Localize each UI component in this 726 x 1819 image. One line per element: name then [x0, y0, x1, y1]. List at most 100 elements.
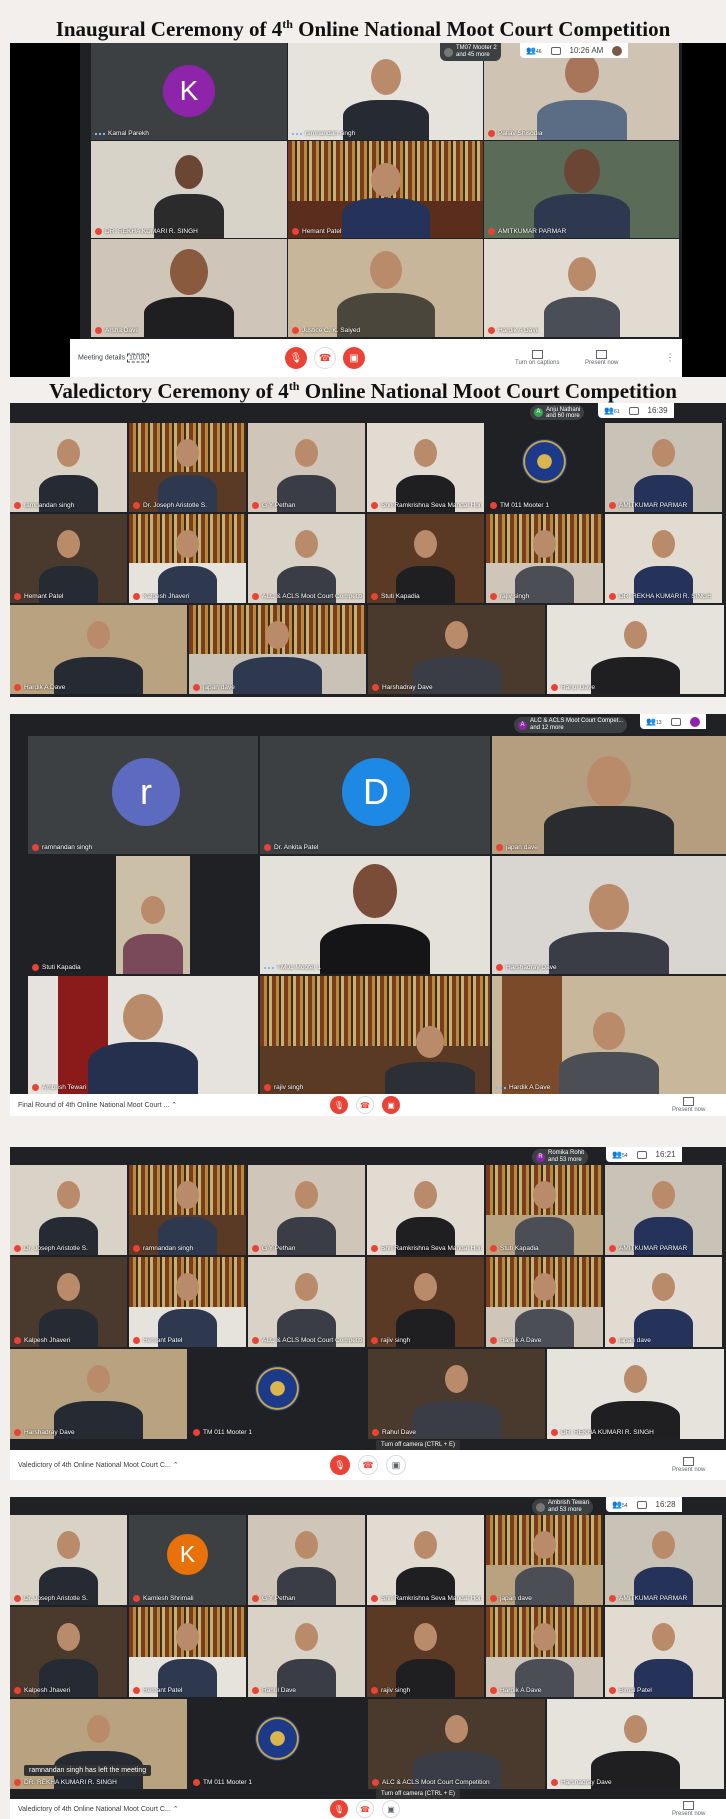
- captions-button[interactable]: Turn on captions: [515, 350, 559, 366]
- end-call-button[interactable]: ☎: [356, 1800, 374, 1818]
- participant-tile[interactable]: DR. REKHA KUMARI R. SINGH: [605, 514, 722, 603]
- presenter-chip[interactable]: A ALC & ACLS Moot Court Compet... and 12 m…: [514, 717, 628, 733]
- participant-tile[interactable]: AMITKUMAR PARMAR: [605, 1165, 722, 1255]
- present-now-button[interactable]: Present now: [672, 1457, 705, 1473]
- participant-tile[interactable]: AMITKUMAR PARMAR: [605, 423, 722, 512]
- camera-button[interactable]: ▣: [386, 1455, 406, 1475]
- mic-off-button[interactable]: 🎙: [330, 1800, 348, 1818]
- participant-tile[interactable]: G Y Pethan: [248, 423, 365, 512]
- participant-tile[interactable]: Stuti Kapadia: [486, 1165, 603, 1255]
- meeting-name[interactable]: Valedictory of 4th Online National Moot …: [18, 1805, 179, 1813]
- participant-tile[interactable]: AMITKUMAR PARMAR: [605, 1515, 722, 1605]
- participant-tile[interactable]: r ramnandan singh: [28, 736, 258, 854]
- participant-tile[interactable]: DR. REKHA KUMARI R. SINGH: [91, 141, 287, 238]
- participant-tile[interactable]: TM 011 Mooter 1: [189, 1349, 366, 1439]
- presenter-chip[interactable]: TM07 Mooter 2 and 45 more: [440, 43, 501, 61]
- participant-tile[interactable]: ramnandan singh: [10, 423, 127, 512]
- participant-tile[interactable]: Bimal Patel: [605, 1607, 722, 1697]
- mic-off-button[interactable]: 🎙: [330, 1096, 348, 1114]
- participant-tile[interactable]: G Y Pethan: [248, 1515, 365, 1605]
- participant-tile[interactable]: Rahul Dave: [368, 1349, 545, 1439]
- participant-tile[interactable]: Dr. Joseph Aristotle S.: [129, 423, 246, 512]
- self-avatar[interactable]: [689, 716, 700, 727]
- participant-tile[interactable]: Dr. Joseph Aristotle S.: [10, 1165, 127, 1255]
- participant-tile[interactable]: Hardik A Dave: [486, 1257, 603, 1347]
- participant-tile[interactable]: Harshadray Dave: [368, 605, 545, 694]
- participant-tile[interactable]: Kalpesh Jhaveri: [10, 1607, 127, 1697]
- people-icon[interactable]: 👥54: [612, 1150, 628, 1159]
- participant-tile[interactable]: Hemant Patel: [10, 514, 127, 603]
- people-icon[interactable]: 👥61: [604, 406, 620, 415]
- participant-tile[interactable]: japan dave: [189, 605, 366, 694]
- participant-tile[interactable]: Ambrish Tewari: [28, 976, 258, 1094]
- participant-tile[interactable]: K Kamlesh Shrimali: [129, 1515, 246, 1605]
- participant-tile[interactable]: Harshadray Dave: [10, 1349, 187, 1439]
- end-call-button[interactable]: ☎: [314, 347, 336, 369]
- participant-tile[interactable]: Stuti Kapadia: [28, 856, 258, 974]
- participant-tile[interactable]: Shri Ramkrishna Seva Mandal Hon...: [367, 1515, 484, 1605]
- chat-icon[interactable]: [550, 46, 561, 55]
- presenter-chip[interactable]: A Anju Nathani and 60 more: [530, 405, 585, 420]
- meeting-details[interactable]: Meeting details 10:00: [78, 353, 149, 363]
- participant-tile[interactable]: Hardik A Dave: [492, 976, 726, 1094]
- participant-tile[interactable]: Kalpesh Jhaveri: [129, 514, 246, 603]
- participant-tile[interactable]: Harshadray Dave: [547, 1699, 724, 1789]
- mic-off-button[interactable]: 🎙: [285, 347, 307, 369]
- participant-tile[interactable]: Rahul Dave: [248, 1607, 365, 1697]
- chat-icon[interactable]: [636, 1150, 647, 1159]
- participant-tile[interactable]: Hemant Patel: [129, 1257, 246, 1347]
- participant-tile[interactable]: rajiv singh: [260, 976, 490, 1094]
- meeting-name[interactable]: Final Round of 4th Online National Moot …: [18, 1101, 177, 1109]
- participant-tile[interactable]: Shri Ramkrishna Seva Mandal Hon...: [367, 1165, 484, 1255]
- people-icon[interactable]: 👥13: [646, 717, 662, 726]
- participant-tile[interactable]: AMITKUMAR PARMAR: [484, 141, 679, 238]
- participant-tile[interactable]: K Kamal Parekh: [91, 43, 287, 140]
- camera-off-button[interactable]: ▣: [382, 1096, 400, 1114]
- participant-tile[interactable]: Hemant Patel: [288, 141, 483, 238]
- chat-icon[interactable]: [636, 1500, 647, 1509]
- participant-tile[interactable]: rajiv singh: [367, 1607, 484, 1697]
- participant-tile[interactable]: DR. REKHA KUMARI R. SINGH: [547, 1349, 724, 1439]
- participant-tile[interactable]: ALC & ACLS Moot Court Competition: [248, 514, 365, 603]
- presenter-chip[interactable]: R Romika Rohit and 53 more: [532, 1149, 589, 1165]
- participant-tile[interactable]: Hardik A Dave: [10, 605, 187, 694]
- participant-tile[interactable]: japan dave: [605, 1257, 722, 1347]
- present-now-button[interactable]: Present now: [585, 350, 618, 366]
- participant-tile[interactable]: TM01 Mooter 1: [260, 856, 490, 974]
- people-icon[interactable]: 👥46: [526, 46, 542, 55]
- presenter-chip[interactable]: Ambrish Tewari and 53 more: [532, 1499, 593, 1515]
- participant-tile[interactable]: japan dave: [486, 1515, 603, 1605]
- participant-tile[interactable]: Hardik A Dave: [484, 239, 679, 337]
- participant-tile[interactable]: ramnandan singh: [129, 1165, 246, 1255]
- people-icon[interactable]: 👥54: [612, 1500, 628, 1509]
- participant-tile[interactable]: Arsha Dave: [91, 239, 287, 337]
- participant-tile[interactable]: Shri Ramkrishna Seva Mandal Hon...: [367, 423, 484, 512]
- more-options-icon[interactable]: ⋮: [665, 353, 675, 364]
- participant-tile[interactable]: D Dr. Ankita Patel: [260, 736, 490, 854]
- mic-off-button[interactable]: 🎙: [330, 1455, 350, 1475]
- present-now-button[interactable]: Present now: [672, 1801, 705, 1817]
- participant-tile[interactable]: G Y Pethan: [248, 1165, 365, 1255]
- participant-tile[interactable]: Justice C. K. Saiyed: [288, 239, 483, 337]
- participant-tile[interactable]: japan dave: [492, 736, 726, 854]
- participant-tile[interactable]: Harshadray Dave: [492, 856, 726, 974]
- self-avatar[interactable]: [612, 45, 623, 56]
- participant-tile[interactable]: Rahul Dave: [547, 605, 724, 694]
- camera-button[interactable]: ▣: [382, 1800, 400, 1818]
- participant-tile[interactable]: Kalpesh Jhaveri: [10, 1257, 127, 1347]
- meeting-name[interactable]: Valedictory of 4th Online National Moot …: [18, 1461, 179, 1469]
- participant-tile[interactable]: Hardik A Dave: [486, 1607, 603, 1697]
- chat-icon[interactable]: [670, 717, 681, 726]
- participant-tile[interactable]: Hemant Patel: [129, 1607, 246, 1697]
- end-call-button[interactable]: ☎: [358, 1455, 378, 1475]
- participant-tile[interactable]: ALC & ACLS Moot Court Competition: [368, 1699, 545, 1789]
- participant-tile[interactable]: rajiv singh: [486, 514, 603, 603]
- participant-tile[interactable]: ALC & ACLS Moot Court Competition: [248, 1257, 365, 1347]
- participant-tile[interactable]: Dr. Joseph Aristotle S.: [10, 1515, 127, 1605]
- end-call-button[interactable]: ☎: [356, 1096, 374, 1114]
- participant-tile[interactable]: Stuti Kapadia: [367, 514, 484, 603]
- participant-tile[interactable]: TM 011 Mooter 1: [486, 423, 603, 512]
- present-now-button[interactable]: Present now: [672, 1097, 705, 1113]
- participant-tile[interactable]: TM 011 Mooter 1: [189, 1699, 366, 1789]
- camera-off-button[interactable]: ▣: [343, 347, 365, 369]
